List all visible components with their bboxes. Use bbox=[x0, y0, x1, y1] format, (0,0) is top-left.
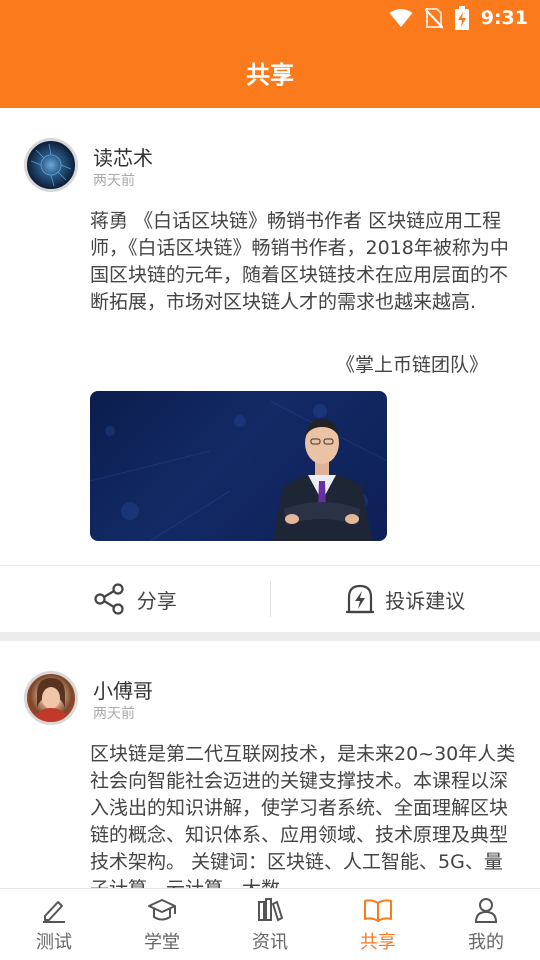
no-sim-icon bbox=[424, 8, 443, 29]
report-icon bbox=[346, 584, 375, 614]
battery-charging-icon bbox=[454, 6, 469, 30]
nav-label: 我的 bbox=[468, 931, 504, 953]
nav-item-mine[interactable]: 我的 bbox=[432, 889, 540, 960]
nav-item-share[interactable]: 共享 bbox=[324, 889, 432, 960]
report-button[interactable]: 投诉建议 bbox=[271, 566, 540, 632]
post-actions: 分享 投诉建议 bbox=[0, 566, 540, 632]
post-time: 两天前 bbox=[93, 706, 135, 722]
user-icon bbox=[474, 897, 498, 923]
status-time: 9:31 bbox=[480, 7, 528, 29]
post-body: 区块链是第二代互联网技术，是未来20~30年人类社会向智能社会迈进的关键支撑技术… bbox=[90, 743, 516, 888]
status-bar: 9:31 bbox=[0, 0, 540, 36]
nav-label: 资讯 bbox=[252, 931, 288, 953]
post-video-thumbnail[interactable] bbox=[90, 391, 387, 541]
app-bar: 共享 bbox=[0, 36, 540, 108]
author-name[interactable]: 小傅哥 bbox=[93, 675, 153, 704]
nav-item-news[interactable]: 资讯 bbox=[216, 889, 324, 960]
post-signature: 《掌上币链团队》 bbox=[335, 354, 488, 376]
post-card: 小傅哥 两天前 区块链是第二代互联网技术，是未来20~30年人类社会向智能社会迈… bbox=[0, 641, 540, 888]
nav-label: 学堂 bbox=[144, 931, 180, 953]
wifi-icon bbox=[389, 9, 413, 27]
avatar[interactable] bbox=[24, 138, 78, 192]
post-card: 读芯术 两天前 蒋勇 《白话区块链》畅销书作者 区块链应用工程师，《白话区块链》… bbox=[0, 108, 540, 632]
post-body: 蒋勇 《白话区块链》畅销书作者 区块链应用工程师，《白话区块链》畅销书作者，20… bbox=[90, 210, 509, 313]
author-name[interactable]: 读芯术 bbox=[93, 142, 153, 171]
share-label: 分享 bbox=[136, 588, 177, 613]
nav-label: 测试 bbox=[36, 931, 72, 953]
books-icon bbox=[258, 897, 284, 921]
presenter-image bbox=[90, 400, 387, 541]
post-time: 两天前 bbox=[93, 173, 135, 189]
avatar-image bbox=[30, 143, 72, 187]
report-label: 投诉建议 bbox=[385, 588, 466, 613]
share-icon bbox=[94, 583, 124, 615]
feed-list[interactable]: 读芯术 两天前 蒋勇 《白话区块链》畅销书作者 区块链应用工程师，《白话区块链》… bbox=[0, 108, 540, 888]
share-button[interactable]: 分享 bbox=[0, 566, 270, 632]
page-title: 共享 bbox=[246, 60, 294, 89]
nav-item-school[interactable]: 学堂 bbox=[108, 889, 216, 960]
open-book-icon bbox=[364, 898, 392, 922]
avatar[interactable] bbox=[24, 671, 78, 725]
bottom-nav: 测试 学堂 资讯 共享 我的 bbox=[0, 888, 540, 960]
avatar-image bbox=[33, 678, 69, 722]
nav-item-test[interactable]: 测试 bbox=[0, 889, 108, 960]
status-icons: 9:31 bbox=[389, 6, 528, 30]
nav-label: 共享 bbox=[360, 931, 396, 953]
graduation-cap-icon bbox=[148, 898, 176, 920]
pencil-icon bbox=[43, 900, 65, 923]
